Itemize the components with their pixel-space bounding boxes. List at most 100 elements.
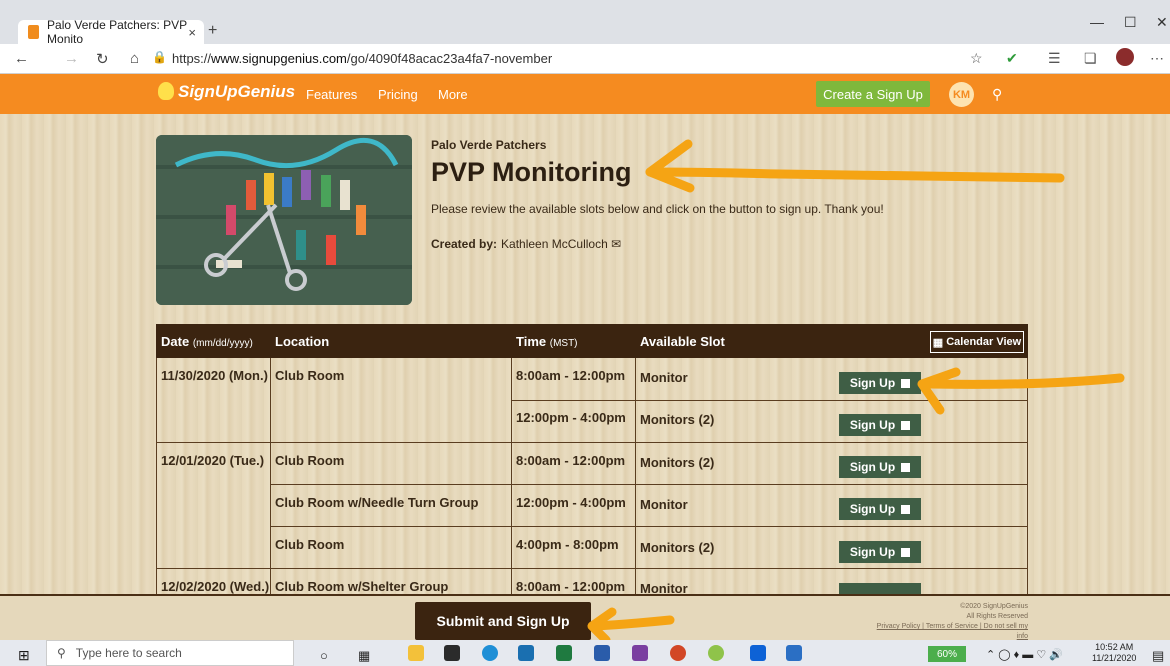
system-tray-icons[interactable]: ⌃ ◯ ♦ ▬ ♡ 🔊 (986, 648, 1063, 661)
close-window-icon[interactable]: ✕ (1156, 14, 1168, 31)
onenote-icon[interactable] (632, 645, 648, 661)
submit-signup-button[interactable]: Submit and Sign Up (415, 602, 591, 640)
taskbar-search-placeholder: Type here to search (75, 646, 182, 660)
column-divider (511, 358, 512, 594)
favorites-icon[interactable]: ☰ (1048, 50, 1061, 67)
column-location: Location (275, 334, 330, 349)
profile-icon[interactable] (1116, 48, 1134, 66)
star-icon[interactable]: ☆ (970, 50, 983, 67)
row-date: 12/01/2020 (Tue.) (161, 453, 265, 468)
rights-text: All Rights Reserved (966, 613, 1028, 620)
battery-indicator[interactable]: 60% (928, 646, 966, 662)
signup-button[interactable]: Sign Up (839, 498, 921, 520)
email-icon[interactable]: ✉ (611, 237, 621, 251)
row-time: 8:00am - 12:00pm (516, 453, 626, 468)
signup-label: Sign Up (849, 545, 896, 559)
lock-icon: 🔒 (152, 50, 167, 64)
row-slot: Monitors (2) (640, 455, 715, 470)
column-time: Time (MST) (516, 334, 578, 349)
column-date-label: Date (161, 334, 190, 349)
url-prefix: https:// (172, 51, 212, 66)
lightbulb-icon (158, 82, 174, 100)
powerpoint-icon[interactable] (670, 645, 686, 661)
taskbar-search-input[interactable]: ⚲ Type here to search (46, 640, 294, 666)
signup-label: Sign Up (849, 418, 896, 432)
nav-more[interactable]: More (438, 87, 468, 102)
cortana-icon[interactable]: ○ (320, 648, 328, 663)
row-time: 8:00am - 12:00pm (516, 579, 626, 594)
url-host: www.signupgenius.com (211, 51, 347, 66)
notifications-icon[interactable]: ▤ (1152, 648, 1164, 664)
calendar-view-button[interactable]: ▦ Calendar View (930, 331, 1024, 353)
logo-text: SignUpGenius (178, 82, 296, 101)
clock-time: 10:52 AM (1095, 642, 1134, 652)
site-logo[interactable]: SignUpGenius (158, 82, 295, 102)
app-icon[interactable] (708, 645, 724, 661)
signup-label: Sign Up (849, 460, 896, 474)
signup-button[interactable]: Sign Up (839, 456, 921, 478)
column-slot: Available Slot (640, 334, 725, 349)
home-icon[interactable]: ⌂ (130, 50, 139, 67)
word-icon[interactable] (594, 645, 610, 661)
search-icon[interactable]: ⚲ (992, 86, 1002, 103)
refresh-icon[interactable]: ↻ (96, 50, 109, 68)
avatar[interactable]: KM (949, 82, 974, 107)
row-location: Club Room (275, 368, 345, 383)
column-date: Date (mm/dd/yyyy) (161, 334, 253, 349)
maximize-icon[interactable]: ☐ (1124, 14, 1137, 31)
photos-icon[interactable] (786, 645, 802, 661)
tab-close-icon[interactable]: × (188, 25, 196, 40)
signup-button[interactable]: Sign Up (839, 541, 921, 563)
column-time-hint: (MST) (549, 338, 578, 349)
calendar-view-label: Calendar View (946, 336, 1022, 348)
clock-date: 11/21/2020 (1092, 653, 1137, 663)
signup-button[interactable]: Sign Up (839, 414, 921, 436)
collections-icon[interactable]: ❏ (1084, 50, 1097, 67)
row-slot: Monitors (2) (640, 412, 715, 427)
column-date-hint: (mm/dd/yyyy) (192, 338, 253, 349)
excel-icon[interactable] (556, 645, 572, 661)
create-signup-button[interactable]: Create a Sign Up (816, 81, 930, 107)
nav-features[interactable]: Features (306, 87, 357, 102)
row-location: Club Room (275, 453, 345, 468)
search-icon: ⚲ (57, 646, 66, 660)
row-divider (156, 442, 1028, 443)
new-tab-button[interactable]: + (208, 22, 217, 40)
sewing-supplies-image (156, 135, 412, 305)
checkbox-icon (901, 462, 911, 472)
forward-icon[interactable]: → (64, 50, 79, 67)
row-slot: Monitors (2) (640, 540, 715, 555)
calendar-icon: ▦ (932, 336, 947, 349)
signup-button-partial[interactable] (839, 583, 921, 594)
checkbox-icon (901, 504, 911, 514)
signup-label: Sign Up (849, 376, 896, 390)
windows-start-icon[interactable]: ⊞ (18, 647, 30, 664)
url-path: /go/4090f48acac23a4fa7-november (346, 51, 553, 66)
row-time: 12:00pm - 4:00pm (516, 495, 626, 510)
organization-name: Palo Verde Patchers (431, 138, 547, 152)
nav-pricing[interactable]: Pricing (378, 87, 418, 102)
signup-description: Please review the available slots below … (431, 202, 884, 216)
taskbar-clock[interactable]: 10:52 AM 11/21/2020 (1092, 642, 1136, 664)
row-time: 4:00pm - 8:00pm (516, 537, 619, 552)
url-field[interactable]: https://www.signupgenius.com/go/4090f48a… (172, 51, 552, 66)
store-icon[interactable] (444, 645, 460, 661)
task-view-icon[interactable]: ▦ (358, 648, 370, 664)
footer-links[interactable]: Privacy Policy | Terms of Service | Do n… (870, 622, 1028, 642)
more-icon[interactable]: ⋯ (1150, 50, 1164, 67)
checkbox-icon (901, 547, 911, 557)
dropbox-icon[interactable] (750, 645, 766, 661)
minimize-icon[interactable]: — (1090, 14, 1104, 30)
signup-button[interactable]: Sign Up (839, 372, 921, 394)
row-date: 11/30/2020 (Mon.) (161, 368, 268, 383)
row-divider (511, 400, 1028, 401)
created-by: Created by: Kathleen McCulloch ✉ (431, 237, 621, 251)
shield-icon[interactable]: ✔ (1006, 50, 1018, 67)
mail-icon[interactable] (518, 645, 534, 661)
file-explorer-icon[interactable] (408, 645, 424, 661)
browser-tab[interactable]: Palo Verde Patchers: PVP Monito × (18, 18, 204, 46)
back-icon[interactable]: ← (14, 50, 29, 67)
edge-icon[interactable] (482, 645, 498, 661)
page-title: PVP Monitoring (431, 157, 632, 187)
row-location: Club Room (275, 537, 345, 552)
